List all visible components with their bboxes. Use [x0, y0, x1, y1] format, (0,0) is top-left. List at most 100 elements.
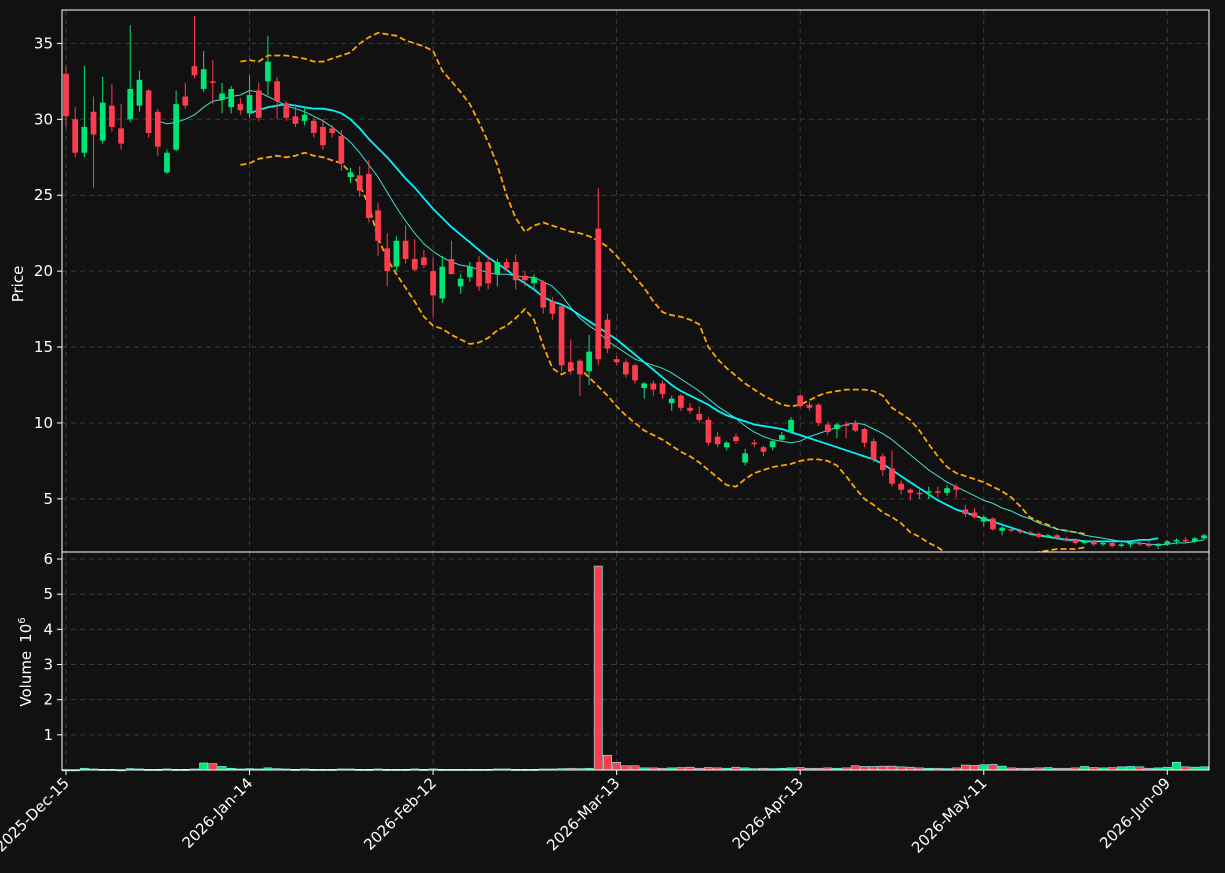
candle-body	[402, 240, 409, 259]
candle-body	[145, 90, 152, 133]
candle-body	[999, 527, 1005, 531]
candle-body	[347, 172, 354, 178]
volume-bar	[621, 765, 631, 771]
candle-body	[366, 173, 372, 218]
candle-body	[696, 413, 703, 420]
price-tick-label: 35	[34, 34, 53, 52]
price-axis-title: Price	[9, 266, 27, 303]
candle-body	[824, 424, 831, 433]
volume-tick-label: 4	[43, 620, 53, 638]
candle-body	[430, 271, 436, 296]
candle-body	[109, 105, 115, 127]
candle-body	[1109, 542, 1116, 546]
candle-body	[301, 114, 308, 121]
candle-body	[512, 262, 519, 281]
candle-body	[990, 518, 996, 530]
candle-body	[1081, 541, 1088, 543]
candle-body	[769, 441, 776, 448]
candle-body	[1146, 544, 1152, 546]
candle-body	[1035, 533, 1042, 537]
candle-body	[283, 104, 290, 118]
candle-body	[659, 383, 666, 395]
volume-bar	[878, 765, 888, 771]
candle-body	[466, 266, 473, 278]
volume-bar	[630, 765, 640, 771]
candle-body	[1100, 542, 1106, 545]
price-tick-label: 25	[34, 186, 53, 204]
candle-body	[494, 262, 501, 275]
volume-bar	[960, 764, 970, 771]
candle-body	[173, 104, 179, 150]
candle-body	[1201, 535, 1207, 539]
volume-bar	[869, 766, 879, 771]
volume-tick-label: 1	[43, 726, 53, 744]
candle-body	[320, 126, 326, 146]
candle-body	[476, 262, 482, 287]
candle-body	[439, 266, 446, 299]
candle-body	[742, 453, 748, 463]
candle-body	[1008, 529, 1015, 531]
candle-body	[586, 351, 592, 372]
volume-bar	[612, 761, 622, 771]
candle-body	[522, 275, 528, 281]
candle-body	[421, 257, 427, 266]
candle-body	[338, 136, 345, 164]
candle-body	[898, 483, 904, 490]
candle-body	[595, 228, 602, 360]
candle-body	[1026, 532, 1033, 534]
chart-background	[0, 0, 1225, 873]
candle-body	[705, 419, 712, 443]
candle-body	[448, 258, 455, 275]
candle-body	[558, 306, 565, 366]
candle-body	[310, 120, 317, 133]
candle-body	[127, 88, 134, 120]
volume-bar	[860, 766, 869, 771]
candle-body	[879, 456, 886, 471]
candle-body	[668, 398, 675, 404]
candle-body	[778, 435, 785, 440]
candle-body	[678, 395, 684, 408]
volume-bar	[997, 765, 1007, 771]
stock-chart: 51015202530351234562025-Dec-15 2026-Jan-1…	[0, 0, 1225, 873]
candle-body	[980, 517, 987, 522]
candle-body	[72, 119, 79, 153]
candle-body	[1045, 535, 1051, 537]
candle-body	[632, 365, 638, 381]
volume-bar	[208, 763, 218, 771]
candle-body	[935, 491, 941, 493]
price-tick-label: 10	[34, 414, 53, 432]
candle-body	[687, 407, 693, 411]
price-tick-label: 30	[34, 110, 53, 128]
candle-body	[549, 301, 556, 314]
candle-body	[154, 111, 161, 147]
candle-body	[136, 79, 143, 106]
candle-body	[751, 442, 758, 445]
candle-body	[375, 210, 381, 241]
candle-body	[577, 360, 583, 375]
volume-axis-title: Volume 106	[17, 617, 35, 706]
candle-body	[714, 436, 721, 445]
volume-bar	[1126, 766, 1136, 771]
candle-body	[81, 126, 88, 153]
volume-tick-label: 3	[43, 656, 53, 674]
candle-body	[503, 262, 510, 269]
candle-body	[797, 395, 804, 407]
candle-body	[907, 489, 914, 493]
candle-body	[1017, 530, 1024, 533]
candle-body	[1173, 539, 1180, 542]
candle-body	[916, 492, 923, 495]
candle-body	[788, 419, 794, 433]
candle-body	[246, 95, 253, 114]
volume-bar	[970, 765, 979, 771]
candle-body	[531, 277, 537, 284]
volume-axis-exponent-base: 10	[17, 624, 35, 643]
candle-body	[806, 404, 813, 408]
candle-body	[944, 488, 950, 493]
candle-body	[815, 404, 822, 423]
candle-body	[384, 248, 391, 272]
candle-body	[292, 116, 299, 124]
volume-axis-label: Volume	[17, 651, 35, 707]
volume-bar	[988, 764, 998, 771]
candle-body	[164, 152, 170, 173]
candle-body	[971, 512, 978, 518]
